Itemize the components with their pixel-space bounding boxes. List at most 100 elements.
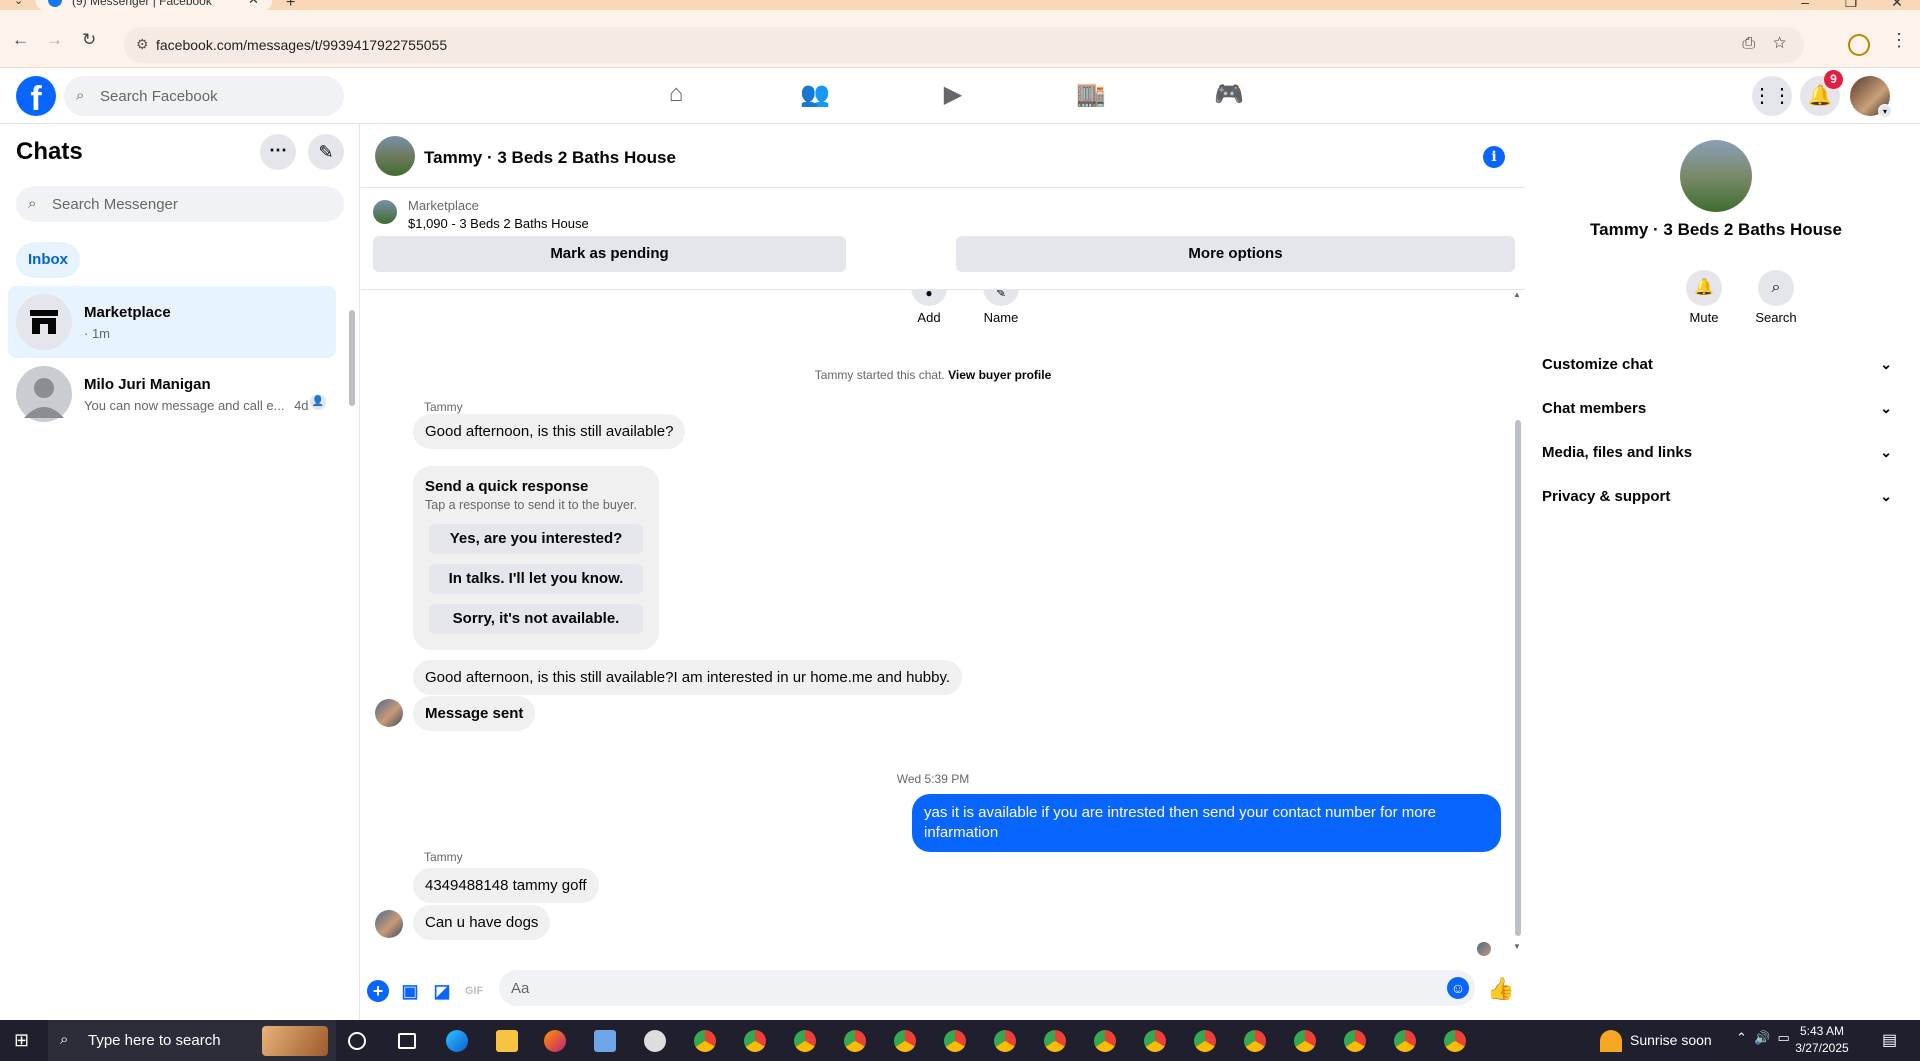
add-people-action[interactable]: ● Add <box>899 290 959 325</box>
file-explorer-icon[interactable] <box>496 1030 518 1052</box>
system-text: Tammy started this chat. <box>814 368 945 382</box>
task-view-icon[interactable] <box>398 1033 416 1049</box>
customize-chat-section[interactable]: Customize chat ⌄ <box>1542 356 1892 384</box>
facebook-logo-icon[interactable]: f <box>16 76 56 116</box>
tab-list-icon[interactable]: ⌄ <box>14 0 23 7</box>
emoji-icon[interactable]: ☺ <box>1447 977 1469 999</box>
cortana-icon[interactable] <box>348 1032 366 1050</box>
privacy-support-section[interactable]: Privacy & support ⌄ <box>1542 488 1892 516</box>
conversation-title[interactable]: Tammy · 3 Beds 2 Baths House <box>424 148 676 168</box>
incoming-message[interactable]: Good afternoon, is this still available? <box>413 414 686 449</box>
site-info-icon[interactable]: ⚙ <box>136 36 149 53</box>
search-icon: ⌕ <box>60 1031 69 1048</box>
windows-start-icon[interactable]: ⊞ <box>14 1030 29 1051</box>
minimize-icon[interactable]: – <box>1782 0 1828 10</box>
firefox-icon[interactable] <box>544 1030 566 1052</box>
outgoing-message[interactable]: yas it is available if you are intrested… <box>912 794 1501 852</box>
message-input[interactable]: Aa ☺ <box>499 970 1475 1006</box>
reload-icon[interactable]: ↻ <box>82 30 96 50</box>
forward-icon[interactable]: → <box>46 30 63 50</box>
messenger-search-input[interactable]: ⌕ Search Messenger <box>16 186 344 222</box>
plus-icon[interactable]: + <box>367 980 389 1002</box>
incoming-message[interactable]: 4349488148 tammy goff <box>413 868 599 903</box>
menu-grid-icon[interactable]: ⋮⋮ <box>1752 76 1792 116</box>
close-tab-icon[interactable]: ✕ <box>248 0 259 8</box>
chrome-icon[interactable] <box>1044 1030 1066 1052</box>
message-composer: + ▣ ◪ GIF Aa ☺ 👍 <box>361 960 1525 1020</box>
sidebar-scrollbar[interactable] <box>348 300 356 408</box>
sender-name: Tammy <box>424 400 463 414</box>
mute-action[interactable]: 🔔 Mute <box>1676 270 1732 325</box>
tammy-avatar[interactable] <box>375 910 403 938</box>
chrome-icon[interactable] <box>944 1030 966 1052</box>
chrome-icon[interactable] <box>994 1030 1016 1052</box>
thumbs-up-icon[interactable]: 👍 <box>1487 976 1514 1002</box>
chrome-icon[interactable] <box>794 1030 816 1052</box>
back-icon[interactable]: ← <box>12 30 29 50</box>
clock[interactable]: 5:43 AM 3/27/2025 <box>1772 1023 1872 1057</box>
edge-icon[interactable] <box>446 1030 468 1052</box>
chats-options-button[interactable]: ⋯ <box>260 134 296 170</box>
gif-icon[interactable]: GIF <box>463 980 485 1002</box>
sticker-icon[interactable]: ◪ <box>431 980 453 1002</box>
conversation-avatar[interactable] <box>375 136 415 176</box>
browser-tab[interactable]: (9) Messenger | Facebook ✕ <box>36 0 272 10</box>
weather-text[interactable]: Sunrise soon <box>1630 1032 1712 1048</box>
chrome-icon[interactable] <box>694 1030 716 1052</box>
quick-response-button[interactable]: Yes, are you interested? <box>429 524 643 554</box>
search-action[interactable]: ⌕ Search <box>1748 270 1804 325</box>
chrome-icon[interactable] <box>1194 1030 1216 1052</box>
bookmark-star-icon[interactable]: ☆ <box>1773 35 1786 52</box>
browser-profile-icon[interactable] <box>1848 34 1870 56</box>
marketplace-icon[interactable]: 🏬 <box>1071 80 1111 112</box>
chrome-icon[interactable] <box>1244 1030 1266 1052</box>
view-buyer-profile-link[interactable]: View buyer profile <box>948 368 1051 382</box>
chrome-icon[interactable] <box>844 1030 866 1052</box>
friends-icon[interactable]: 👥 <box>795 80 835 112</box>
mark-as-pending-button[interactable]: Mark as pending <box>373 236 846 272</box>
chrome-icon[interactable] <box>1294 1030 1316 1052</box>
browser-menu-icon[interactable]: ⋮ <box>1890 30 1908 51</box>
inbox-filter-tab[interactable]: Inbox <box>16 242 80 278</box>
notepad-icon[interactable] <box>594 1030 616 1052</box>
scroll-up-icon[interactable]: ▲ <box>1513 290 1521 299</box>
chrome-icon[interactable] <box>1394 1030 1416 1052</box>
app-icon[interactable] <box>644 1030 666 1052</box>
home-icon[interactable]: ⌂ <box>656 80 696 112</box>
action-center-icon[interactable]: ▤ <box>1882 1030 1897 1050</box>
browser-tab-bar: ⌄ (9) Messenger | Facebook ✕ + –❐✕ <box>0 0 1920 11</box>
chrome-icon[interactable] <box>744 1030 766 1052</box>
account-avatar[interactable]: ▾ <box>1850 76 1892 118</box>
name-chat-action[interactable]: ✎ Name <box>971 290 1031 325</box>
incoming-message[interactable]: Message sent <box>413 696 536 731</box>
quick-response-button[interactable]: Sorry, it's not available. <box>429 604 643 634</box>
address-bar[interactable]: ⚙ facebook.com/messages/t/99394179227550… <box>124 27 1804 63</box>
thread-scrollbar[interactable]: ▲ ▼ <box>1513 290 1523 958</box>
chat-item-marketplace[interactable]: Marketplace · 1m <box>8 286 336 358</box>
new-message-button[interactable]: ✎ <box>308 134 344 170</box>
tammy-avatar[interactable] <box>375 699 403 727</box>
photo-icon[interactable]: ▣ <box>399 980 421 1002</box>
incoming-message[interactable]: Can u have dogs <box>413 905 551 940</box>
chrome-icon[interactable] <box>1444 1030 1466 1052</box>
taskbar-search[interactable]: ⌕ Type here to search <box>48 1020 336 1061</box>
media-files-links-section[interactable]: Media, files and links ⌄ <box>1542 444 1892 472</box>
scroll-down-icon[interactable]: ▼ <box>1513 942 1521 951</box>
chrome-icon[interactable] <box>1144 1030 1166 1052</box>
more-options-button[interactable]: More options <box>956 236 1515 272</box>
chrome-icon[interactable] <box>1094 1030 1116 1052</box>
message-thread: ● Add ✎ Name Tammy started this chat. Vi… <box>361 290 1525 960</box>
chat-members-section[interactable]: Chat members ⌄ <box>1542 400 1892 428</box>
install-app-icon[interactable]: ⎙ <box>1742 35 1755 52</box>
chat-item-milo[interactable]: Milo Juri Manigan You can now message an… <box>8 358 336 430</box>
video-icon[interactable]: ▶ <box>933 80 973 112</box>
conversation-avatar-large[interactable] <box>1680 140 1752 212</box>
chrome-icon[interactable] <box>1344 1030 1366 1052</box>
gaming-icon[interactable]: 🎮 <box>1209 80 1249 112</box>
incoming-message[interactable]: Good afternoon, is this still available?… <box>413 660 963 695</box>
listing-title[interactable]: $1,090 - 3 Beds 2 Baths House <box>408 216 589 231</box>
info-icon[interactable]: i <box>1483 146 1505 168</box>
facebook-search-input[interactable]: ⌕ Search Facebook <box>64 76 344 116</box>
quick-response-button[interactable]: In talks. I'll let you know. <box>429 564 643 594</box>
chrome-icon[interactable] <box>894 1030 916 1052</box>
